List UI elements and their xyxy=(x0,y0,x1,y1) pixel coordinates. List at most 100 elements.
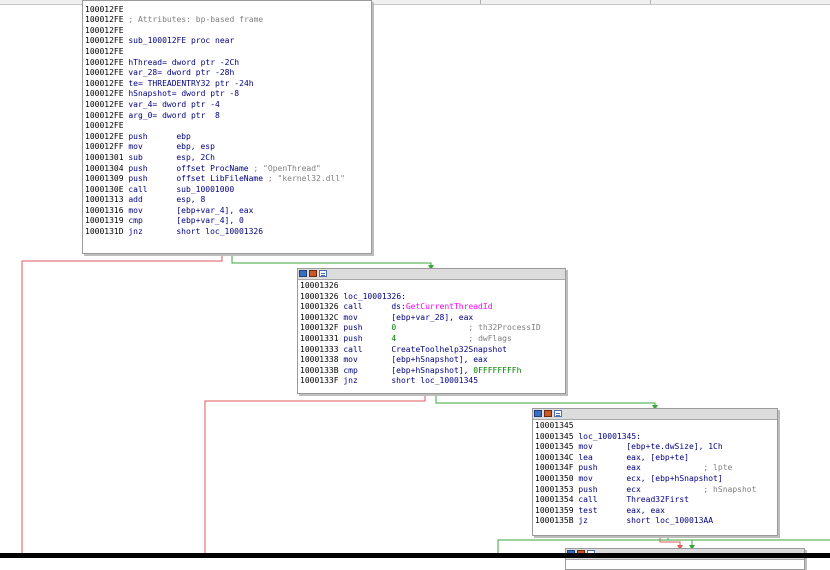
line-text: hThread= dword ptr -2Ch xyxy=(123,57,240,67)
color-icon[interactable] xyxy=(534,410,542,417)
line-address: 10001326 xyxy=(300,281,339,290)
code-block-partial[interactable] xyxy=(565,548,805,570)
code-block-sub-100012FE[interactable]: 100012FE100012FE100012FE ; Attributes: b… xyxy=(82,0,372,254)
color-icon[interactable] xyxy=(299,270,307,277)
line-address: 100012FE xyxy=(85,78,124,88)
operand: [ebp+var_28], eax xyxy=(391,312,474,322)
comment: ; dwFlags xyxy=(396,333,512,343)
line-address: 1000133F xyxy=(300,376,339,386)
code-line: 10001353 push ecx ; hSnapshot xyxy=(535,485,777,496)
mnemonic: sub xyxy=(128,152,143,162)
operand-number: 0FFFFFFFFh xyxy=(473,365,522,375)
line-address: 100012FE xyxy=(85,131,124,141)
code-line: 10001359 test eax, eax xyxy=(535,506,777,517)
list-icon[interactable] xyxy=(319,270,327,277)
mnemonic: call xyxy=(578,495,598,505)
code-line: 1000134C lea eax, [ebp+te] xyxy=(535,453,777,464)
line-text: sub_100012FE proc near xyxy=(123,36,235,46)
code-line: 100012FE arg_0= dword ptr 8 xyxy=(85,111,371,122)
line-address: 1000135B xyxy=(535,516,574,526)
line-text: arg_0= dword ptr 8 xyxy=(123,110,220,120)
mnemonic: push xyxy=(128,131,148,141)
code-line: 10001326 call ds:GetCurrentThreadId xyxy=(300,302,565,313)
line-address: 1000134C xyxy=(535,452,574,462)
comment: ; lpte xyxy=(640,463,733,473)
code-line: 10001304 push offset ProcName ; "OpenThre… xyxy=(85,164,371,175)
mnemonic: push xyxy=(128,174,148,184)
code-lines: 10001326 10001326 loc_10001326: 10001326 c… xyxy=(298,280,565,387)
code-line: 100012FE xyxy=(85,47,371,58)
operand: ebp, esp xyxy=(176,142,215,152)
code-line: 100012FE hSnapshot= dword ptr -8 xyxy=(85,89,371,100)
code-line: 100012FE var_4= dword ptr -4 xyxy=(85,100,371,111)
mnemonic: mov xyxy=(343,355,358,365)
code-block-loc-10001345[interactable]: 10001345 10001345 loc_10001345: 10001345 m… xyxy=(532,408,778,536)
mnemonic: add xyxy=(128,195,143,205)
mnemonic: lea xyxy=(578,452,593,462)
edge-false-3 xyxy=(659,535,681,548)
mnemonic: push xyxy=(128,163,148,173)
mnemonic: call xyxy=(343,344,363,354)
line-address: 100012FE xyxy=(85,36,124,46)
operand-function: GetCurrentThreadId xyxy=(405,302,493,312)
code-line: 100012FE var_28= dword ptr -28h xyxy=(85,68,371,79)
code-line: 10001326 xyxy=(300,281,565,292)
edge-true-1 xyxy=(231,253,432,268)
operand: CreateToolhelp32Snapshot xyxy=(391,344,507,354)
operand: [ebp+hSnapshot], eax xyxy=(391,355,488,365)
code-line: 10001309 push offset LibFileName ; "kerne… xyxy=(85,174,371,185)
graph-icon[interactable] xyxy=(544,410,552,417)
edge-false-1 xyxy=(21,253,223,558)
operand: [ebp+hSnapshot], xyxy=(391,365,474,375)
code-line: 100012FE xyxy=(85,121,371,132)
operand: [ebp+var_4], 0 xyxy=(176,216,244,226)
operand: [ebp+te.dwSize], 1Ch xyxy=(626,442,723,452)
line-address: 1000132C xyxy=(300,312,339,322)
mnemonic: push xyxy=(578,484,598,494)
line-address: 10001359 xyxy=(535,505,574,515)
mnemonic: call xyxy=(128,184,148,194)
operand: ecx xyxy=(626,484,641,494)
code-line: 10001338 mov [ebp+hSnapshot], eax xyxy=(300,355,565,366)
operand-prefix: ds: xyxy=(391,302,406,312)
graph-icon[interactable] xyxy=(309,270,317,277)
operand: ebp xyxy=(176,131,191,141)
operand: eax xyxy=(626,463,641,473)
code-line: 10001350 mov ecx, [ebp+hSnapshot] xyxy=(535,474,777,485)
line-address: 1000132F xyxy=(300,323,339,333)
comment: ; hSnapshot xyxy=(640,484,757,494)
mnemonic: mov xyxy=(343,312,358,322)
mnemonic: cmp xyxy=(128,216,143,226)
block-titlebar xyxy=(298,269,565,280)
line-text: loc_10001326: xyxy=(338,291,406,301)
list-icon[interactable] xyxy=(554,410,562,417)
line-text: ; Attributes: bp-based frame xyxy=(123,15,264,25)
line-address: 10001338 xyxy=(300,355,339,365)
edge-false-2 xyxy=(204,393,426,558)
line-address: 100012FE xyxy=(85,57,124,67)
mnemonic: call xyxy=(343,302,363,312)
code-line: 10001345 xyxy=(535,421,777,432)
line-address: 10001301 xyxy=(85,152,124,162)
operand: [ebp+var_4], eax xyxy=(176,205,254,215)
comment: ; "OpenThread" xyxy=(248,163,321,173)
code-line: 100012FE push ebp xyxy=(85,132,371,143)
line-text: var_28= dword ptr -28h xyxy=(123,68,235,78)
code-block-loc-10001326[interactable]: 10001326 10001326 loc_10001326: 10001326 c… xyxy=(297,268,566,394)
mnemonic: mov xyxy=(578,473,593,483)
line-address: 10001316 xyxy=(85,205,124,215)
operand: eax, [ebp+te] xyxy=(626,452,689,462)
line-address: 100012FE xyxy=(85,89,124,99)
comment: ; "kernel32.dll" xyxy=(263,174,345,184)
mnemonic: cmp xyxy=(343,365,358,375)
mnemonic: mov xyxy=(578,442,593,452)
mnemonic: push xyxy=(343,323,363,333)
line-text: hSnapshot= dword ptr -8 xyxy=(123,89,240,99)
code-line: 100012FE xyxy=(85,5,371,16)
code-line: 10001326 loc_10001326: xyxy=(300,292,565,303)
code-line: 1000133B cmp [ebp+hSnapshot], 0FFFFFFFFh xyxy=(300,366,565,377)
line-address: 10001345 xyxy=(535,442,574,452)
code-lines: 10001345 10001345 loc_10001345: 10001345 m… xyxy=(533,420,777,527)
code-line: 100012FE te= THREADENTRY32 ptr -24h xyxy=(85,79,371,90)
line-address: 10001345 xyxy=(535,421,574,430)
